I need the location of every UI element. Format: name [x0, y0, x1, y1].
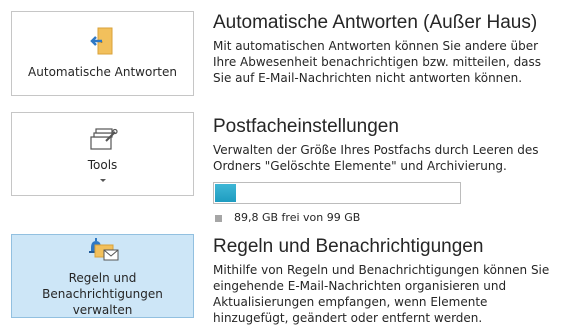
- rules-notifications-title: Regeln und Benachrichtigungen: [213, 236, 484, 257]
- storage-text: 89,8 GB frei von 99 GB: [234, 211, 361, 224]
- rules-notifications-description: Mithilfe von Regeln und Benachrichtigung…: [213, 263, 550, 325]
- storage-legend-square-icon: [215, 214, 222, 222]
- mailbox-tools-icon: [88, 127, 118, 154]
- automatic-replies-section: Automatische Antworten (Außer Haus) Mit …: [213, 12, 563, 86]
- manage-rules-notifications-button[interactable]: Regeln und Benachrichtigungen verwalten: [11, 234, 194, 318]
- mailbox-settings-title: Postfacheinstellungen: [213, 116, 399, 137]
- rules-notifications-section: Regeln und Benachrichtigungen Mithilfe v…: [213, 236, 563, 326]
- automatic-replies-title: Automatische Antworten (Außer Haus): [213, 12, 538, 33]
- automatic-replies-button[interactable]: Automatische Antworten: [11, 11, 194, 96]
- mailbox-usage-bar: [213, 182, 461, 204]
- rules-label-line1: Regeln und: [68, 271, 137, 285]
- rules-label-line2: Benachrichtigungen verwalten: [42, 287, 163, 317]
- mailbox-usage-fill: [215, 184, 237, 202]
- rules-notifications-icon: [86, 234, 120, 267]
- tools-dropdown-button[interactable]: Tools: [11, 112, 194, 196]
- door-arrow-icon: [89, 27, 117, 58]
- tools-label: Tools: [87, 157, 118, 172]
- storage-info: 89,8 GB frei von 99 GB: [213, 211, 563, 225]
- automatic-replies-label: Automatische Antworten: [28, 65, 177, 79]
- mailbox-settings-description: Verwalten der Größe Ihres Postfachs durc…: [213, 143, 539, 173]
- automatic-replies-description: Mit automatischen Antworten können Sie a…: [213, 39, 542, 85]
- chevron-down-icon: [99, 178, 106, 182]
- mailbox-settings-section: Postfacheinstellungen Verwalten der Größ…: [213, 116, 563, 225]
